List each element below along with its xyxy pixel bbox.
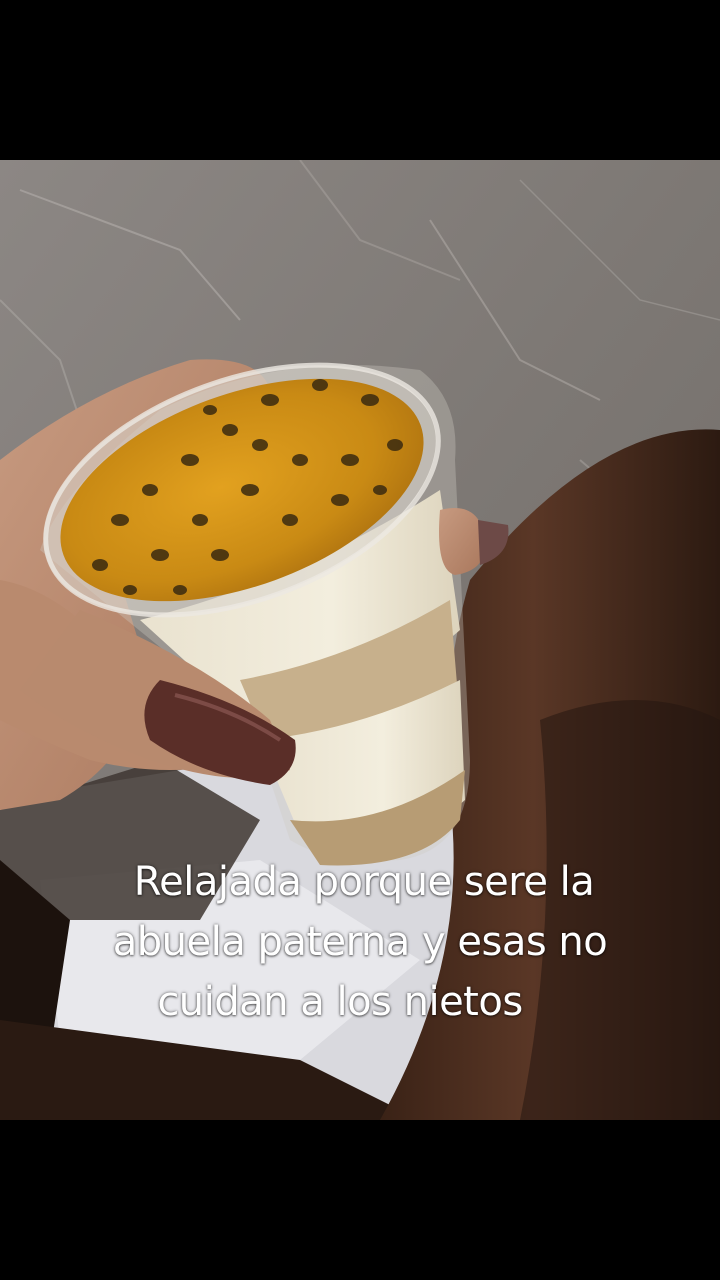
caption-line-3: cuidan a los nietos	[157, 979, 523, 1025]
caption-line-2: abuela paterna y esas no	[112, 919, 608, 965]
caption-line-1: Relajada porque sere la	[133, 859, 595, 905]
video-frame: Relajada porque sere la abuela paterna y…	[0, 0, 720, 1280]
video-caption: Relajada porque sere la abuela paterna y…	[0, 852, 720, 1032]
